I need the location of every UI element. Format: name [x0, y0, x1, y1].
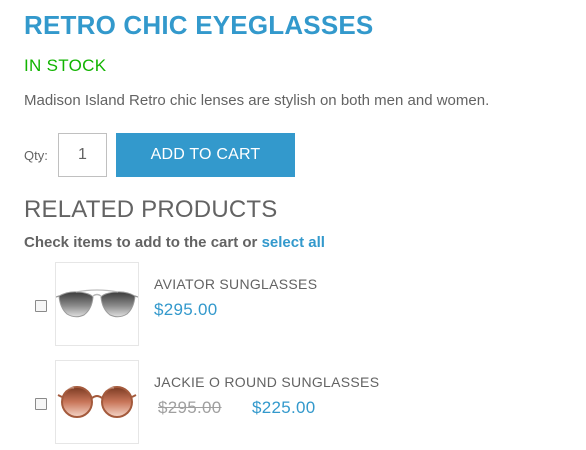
- stock-status: IN STOCK: [24, 56, 107, 75]
- round-sunglasses-icon: [57, 386, 137, 418]
- related-item: AVIATOR SUNGLASSES $295.00: [0, 262, 586, 346]
- related-item: JACKIE O ROUND SUNGLASSES $295.00 $225.0…: [0, 360, 586, 444]
- related-products-heading: RELATED PRODUCTS: [24, 196, 278, 223]
- related-item-checkbox[interactable]: [35, 300, 47, 312]
- related-item-name[interactable]: AVIATOR SUNGLASSES: [154, 276, 317, 292]
- product-title: RETRO CHIC EYEGLASSES: [24, 10, 374, 40]
- product-description: Madison Island Retro chic lenses are sty…: [24, 92, 490, 109]
- related-item-price: $295.00: [154, 300, 218, 319]
- related-hint: Check items to add to the cart or select…: [24, 234, 325, 251]
- select-all-link[interactable]: select all: [262, 234, 325, 251]
- round-sunglasses-image[interactable]: [55, 360, 139, 444]
- aviator-sunglasses-image[interactable]: [55, 262, 139, 346]
- qty-input[interactable]: [58, 133, 107, 177]
- related-item-checkbox[interactable]: [35, 398, 47, 410]
- related-item-name[interactable]: JACKIE O ROUND SUNGLASSES: [154, 374, 379, 390]
- related-item-special-price: $225.00: [252, 398, 316, 417]
- related-item-old-price: $295.00: [158, 398, 222, 417]
- related-hint-text: Check items to add to the cart or: [24, 234, 258, 251]
- add-to-cart-button[interactable]: ADD TO CART: [116, 133, 295, 177]
- aviator-sunglasses-icon: [56, 289, 138, 318]
- qty-label: Qty:: [24, 148, 48, 163]
